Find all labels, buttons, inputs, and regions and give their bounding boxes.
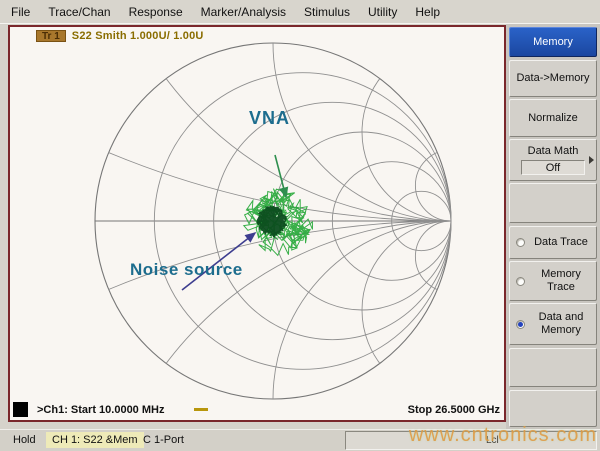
softkey-normalize[interactable]: Normalize <box>509 99 597 137</box>
softkey-data-and-memory-label: Data and Memory <box>530 311 596 337</box>
menu-trace-chan[interactable]: Trace/Chan <box>39 2 119 22</box>
softkey-panel: Memory Data->Memory Normalize Data Math … <box>506 24 600 430</box>
softkey-data-and-memory[interactable]: Data and Memory <box>509 303 597 345</box>
menu-utility[interactable]: Utility <box>359 2 406 22</box>
menu-marker-analysis[interactable]: Marker/Analysis <box>192 2 295 22</box>
softkey-memory-label: Memory <box>533 36 573 49</box>
radio-on-icon[interactable] <box>516 320 525 329</box>
softkey-normalize-label: Normalize <box>528 112 578 125</box>
menu-bar: File Trace/Chan Response Marker/Analysis… <box>0 0 600 24</box>
status-bar: Hold CH 1: S22 &Mem C 1-Port Lcl <box>0 429 600 451</box>
data-math-value[interactable]: Off <box>521 160 585 175</box>
menu-help[interactable]: Help <box>406 2 449 22</box>
status-message-field <box>345 431 597 450</box>
sweep-start-label: >Ch1: Start 10.0000 MHz <box>37 404 164 416</box>
softkey-data-to-memory-label: Data->Memory <box>516 72 589 85</box>
softkey-memory-trace-label: Memory Trace <box>530 268 596 294</box>
measurement-display: Tr 1 S22 Smith 1.000U/ 1.00U VNA Noise s… <box>8 25 506 422</box>
softkey-blank-3[interactable] <box>509 390 597 427</box>
channel-measurement-status: CH 1: S22 &Mem <box>46 432 144 448</box>
menu-response[interactable]: Response <box>120 2 192 22</box>
softkey-data-math[interactable]: Data Math Off <box>509 139 597 181</box>
softkey-data-to-memory[interactable]: Data->Memory <box>509 60 597 97</box>
softkey-data-math-label: Data Math <box>528 145 579 158</box>
submenu-arrow-icon <box>589 156 594 164</box>
menu-stimulus[interactable]: Stimulus <box>295 2 359 22</box>
sweep-indicator-icon <box>13 402 28 417</box>
softkey-memory-trace[interactable]: Memory Trace <box>509 261 597 301</box>
menu-file[interactable]: File <box>2 2 39 22</box>
radio-off-icon[interactable] <box>516 277 525 286</box>
calibration-status: C 1-Port <box>143 434 184 446</box>
vna-application-window: File Trace/Chan Response Marker/Analysis… <box>0 0 600 451</box>
softkey-blank-2[interactable] <box>509 348 597 387</box>
vna-annotation: VNA <box>249 108 290 128</box>
sweep-stop-label: Stop 26.5000 GHz <box>408 404 500 416</box>
trace-color-dash-icon <box>194 408 208 411</box>
noise-source-annotation: Noise source <box>130 260 243 279</box>
hold-status: Hold <box>13 434 36 446</box>
softkey-data-trace-label: Data Trace <box>530 236 596 249</box>
softkey-blank-1[interactable] <box>509 183 597 223</box>
softkey-memory[interactable]: Memory <box>509 27 597 57</box>
softkey-data-trace[interactable]: Data Trace <box>509 226 597 259</box>
smith-chart: VNA Noise source <box>10 27 504 420</box>
radio-off-icon[interactable] <box>516 238 525 247</box>
local-remote-status: Lcl <box>486 435 499 446</box>
channel-status-line: >Ch1: Start 10.0000 MHz Stop 26.5000 GHz <box>10 400 504 418</box>
